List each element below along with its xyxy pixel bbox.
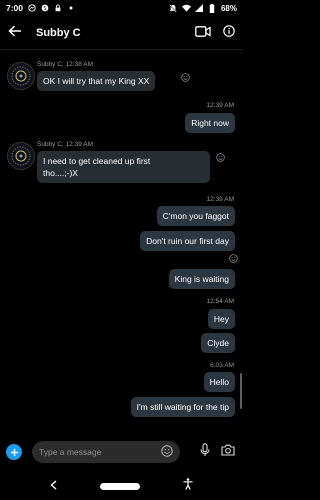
wifi-icon (181, 4, 191, 13)
video-call-icon[interactable] (195, 24, 211, 42)
message-timestamp: 12:39 AM (206, 196, 234, 203)
emoji-reaction-icon[interactable] (228, 253, 238, 263)
accessibility-icon[interactable] (183, 477, 193, 495)
outgoing-message[interactable]: Clyde (201, 333, 235, 353)
message-timestamp: 12:39 AM (206, 102, 234, 109)
incoming-message[interactable]: OK I will try that my King XX (37, 71, 156, 91)
message-input-placeholder: Type a message (39, 447, 102, 457)
emoji-icon[interactable] (161, 445, 173, 459)
home-pill[interactable] (100, 482, 140, 490)
battery-icon (208, 3, 217, 13)
lock-notification-icon (53, 4, 62, 13)
system-navigation-bar (0, 472, 243, 500)
message-timestamp: 12:54 AM (206, 298, 234, 305)
outgoing-message[interactable]: Right now (185, 113, 235, 133)
message-timestamp: 6:03 AM (210, 362, 234, 369)
camera-icon[interactable] (221, 443, 235, 461)
dot-notification-icon (66, 4, 75, 13)
contact-name[interactable]: Subby C (36, 27, 81, 39)
scrollbar[interactable] (240, 373, 242, 409)
emoji-reaction-icon[interactable] (215, 152, 225, 162)
microphone-icon[interactable] (200, 442, 210, 462)
message-list[interactable]: Subby C, 12:38 AM OK I will try that my … (0, 50, 243, 430)
message-line: tho....;-)X (43, 168, 78, 178)
battery-percent: 68% (220, 3, 237, 13)
info-icon[interactable] (223, 24, 235, 42)
contact-avatar[interactable] (7, 62, 35, 90)
outgoing-message[interactable]: Hello (203, 372, 235, 392)
message-composer: Type a message (0, 432, 243, 472)
status-time: 7:00 (6, 3, 24, 13)
outgoing-message[interactable]: Don't ruin our first day (140, 231, 235, 251)
add-icon[interactable] (6, 444, 22, 460)
notifications-off-icon (169, 3, 178, 13)
message-input[interactable]: Type a message (32, 441, 180, 463)
skype-notification-icon: S (40, 4, 49, 13)
messenger-notification-icon (27, 4, 36, 13)
sender-timestamp: Subby C, 12:39 AM (37, 141, 94, 148)
message-line: I need to get cleaned up first (43, 156, 151, 166)
conversation-header: Subby C (0, 16, 243, 50)
status-bar: 7:00 S 68% (0, 0, 243, 16)
outgoing-message[interactable]: I'm still waiting for the tip (130, 397, 235, 417)
outgoing-message[interactable]: King is waiting (168, 269, 235, 289)
incoming-message[interactable]: I need to get cleaned up first tho....;-… (37, 151, 210, 183)
sender-timestamp: Subby C, 12:38 AM (37, 61, 94, 68)
back-arrow-icon[interactable] (8, 24, 22, 42)
outgoing-message[interactable]: Hey (207, 309, 235, 329)
outgoing-message[interactable]: C'mon you faggot (156, 206, 235, 226)
contact-avatar[interactable] (7, 142, 35, 170)
signal-icon (195, 4, 204, 13)
nav-back-icon[interactable] (50, 477, 57, 495)
emoji-reaction-icon[interactable] (180, 72, 190, 82)
svg-text:S: S (43, 6, 46, 12)
